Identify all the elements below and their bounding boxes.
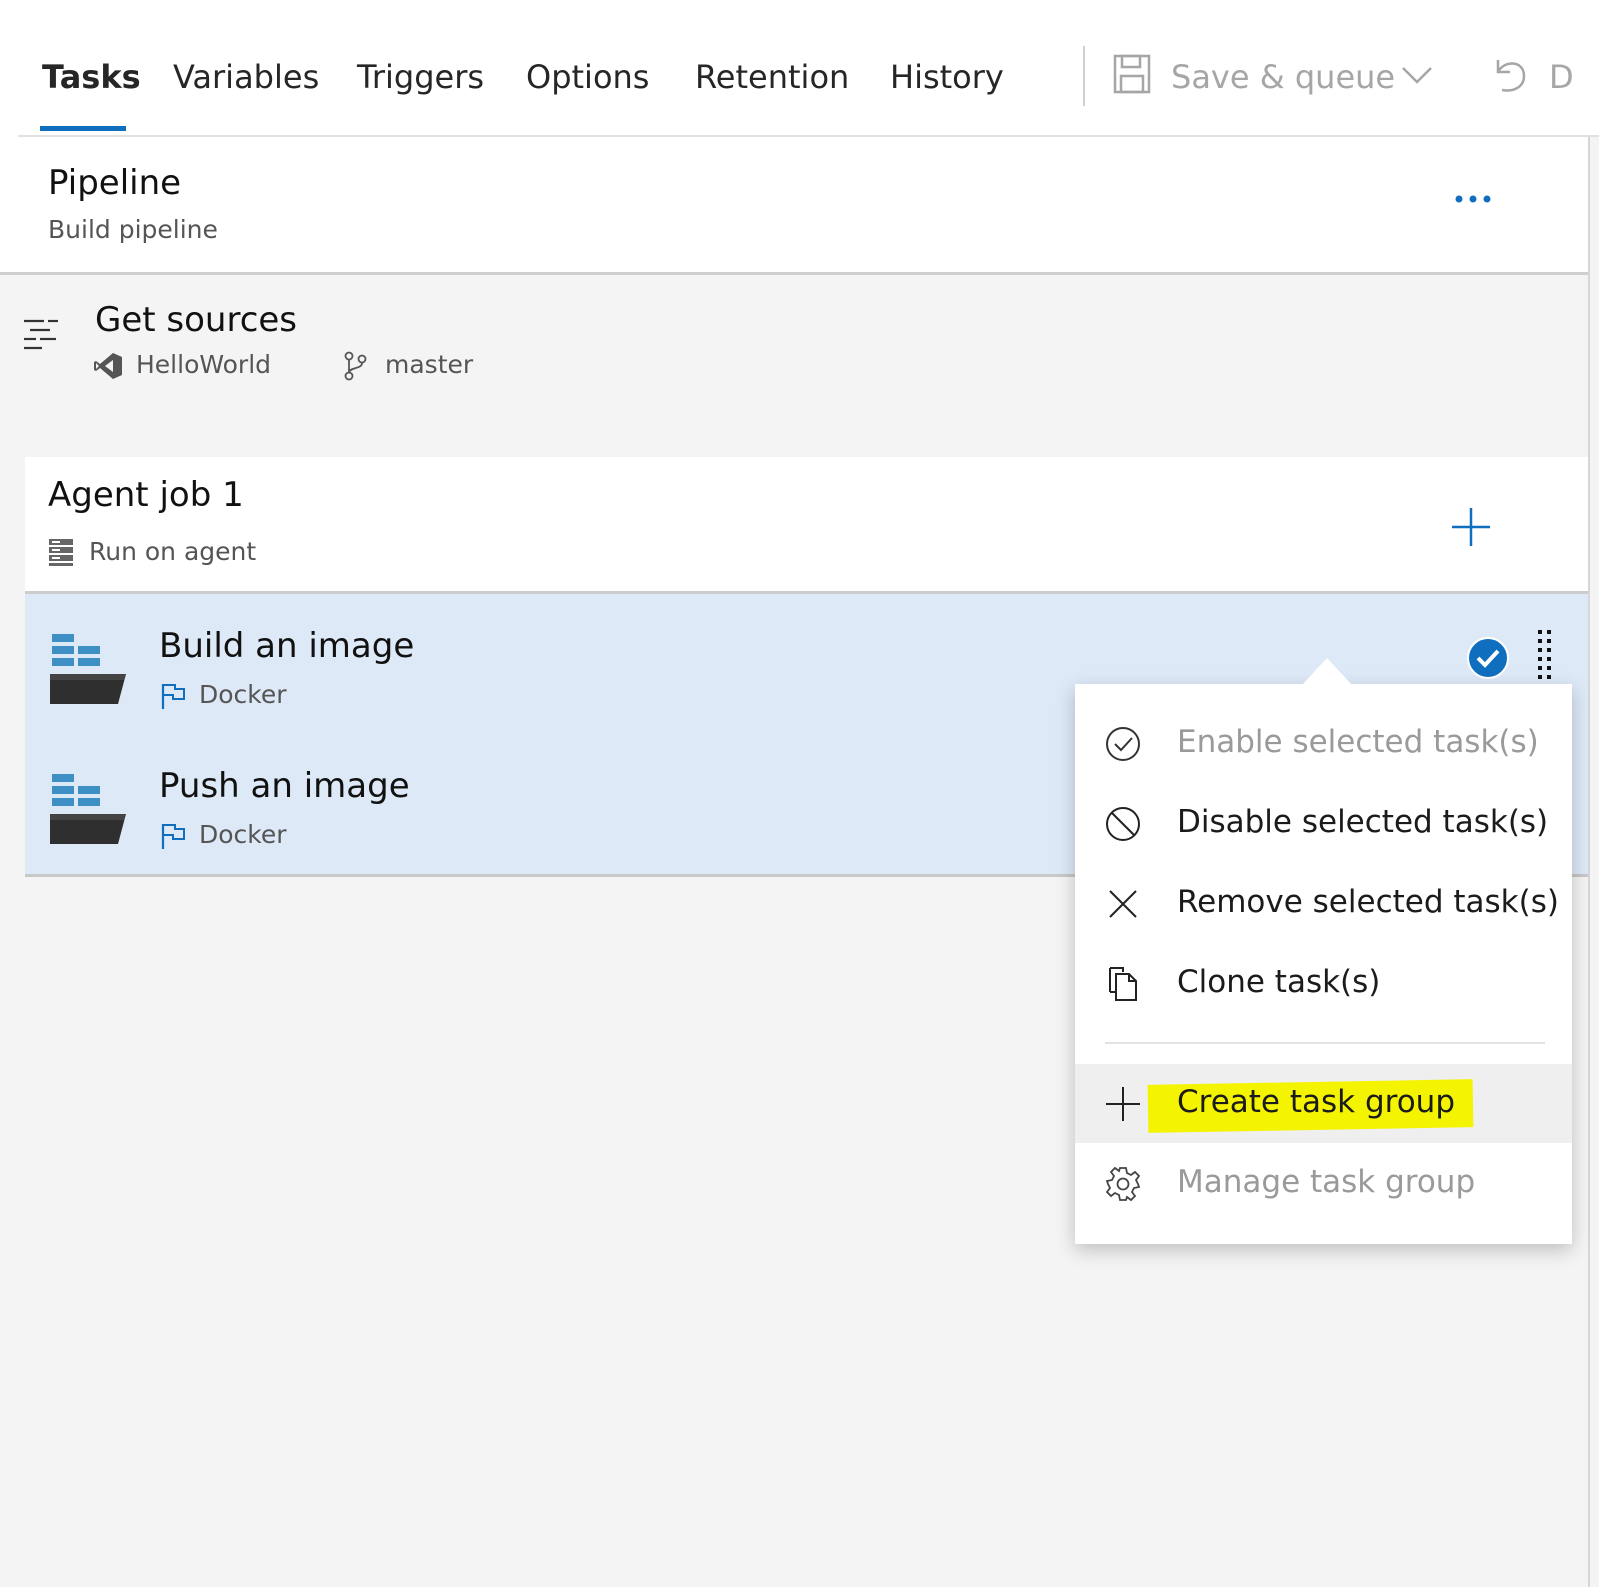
menu-item-clone-tasks[interactable]: Clone task(s) [1075,946,1572,1024]
agent-job-row[interactable] [25,457,1588,592]
block-icon [1105,806,1141,842]
menu-item-label: Create task group [1177,1084,1456,1120]
menu-item-label: Clone task(s) [1177,964,1381,1000]
check-circle-icon [1105,726,1141,762]
menu-item-label: Disable selected task(s) [1177,804,1549,840]
menu-item-disable-tasks[interactable]: Disable selected task(s) [1075,786,1572,864]
repo-name: HelloWorld [136,350,272,379]
tab-triggers[interactable]: Triggers [357,58,484,96]
pipeline-subtitle: Build pipeline [48,215,218,244]
get-sources-title[interactable]: Get sources [95,300,297,340]
task-title[interactable]: Push an image [159,766,410,806]
branch-name: master [385,350,474,379]
menu-item-label: Enable selected task(s) [1177,724,1539,760]
tab-retention[interactable]: Retention [695,58,849,96]
menu-item-label: Manage task group [1177,1164,1476,1200]
gear-icon [1105,1166,1141,1202]
active-tab-indicator [40,126,126,131]
agent-job-subtitle: Run on agent [89,537,257,566]
task-title[interactable]: Build an image [159,626,414,666]
menu-divider [1105,1042,1545,1044]
drag-handle-icon[interactable] [1535,628,1555,686]
undo-icon[interactable] [1490,52,1530,96]
panel-edge [1588,137,1590,1587]
toolbar-separator [1083,46,1085,106]
save-queue-button[interactable]: Save & queue [1171,58,1395,96]
discard-button[interactable]: D [1549,58,1574,96]
more-options-icon[interactable] [1453,191,1493,205]
agent-server-icon [48,538,74,566]
pipeline-header[interactable] [0,137,1589,273]
menu-item-manage-task-group[interactable]: Manage task group [1075,1146,1572,1224]
sources-list-icon [22,318,60,352]
flag-icon [160,682,186,710]
context-menu-pointer [1301,658,1353,686]
flag-icon [160,822,186,850]
menu-item-remove-tasks[interactable]: Remove selected task(s) [1075,866,1572,944]
save-icon[interactable] [1113,54,1151,94]
close-icon [1105,886,1141,922]
docker-icon [48,628,128,710]
task-subtitle: Docker [199,820,287,849]
chevron-down-icon[interactable] [1401,64,1433,86]
docker-icon [48,768,128,850]
branch-icon [343,351,367,381]
menu-item-create-task-group[interactable]: Create task group [1075,1066,1572,1144]
task-subtitle: Docker [199,680,287,709]
pipeline-title: Pipeline [48,163,182,203]
menu-item-label: Remove selected task(s) [1177,884,1559,920]
copy-icon [1105,966,1141,1002]
visual-studio-icon [93,352,123,380]
agent-job-title: Agent job 1 [48,475,244,515]
tab-options[interactable]: Options [526,58,649,96]
tab-variables[interactable]: Variables [173,58,319,96]
selected-check-icon[interactable] [1466,636,1510,680]
add-task-plus-icon[interactable] [1450,506,1492,548]
plus-icon [1105,1086,1141,1122]
tab-history[interactable]: History [890,58,1004,96]
pipeline-divider [0,272,1589,275]
tab-tasks[interactable]: Tasks [42,58,141,96]
menu-item-enable-tasks[interactable]: Enable selected task(s) [1075,706,1572,784]
